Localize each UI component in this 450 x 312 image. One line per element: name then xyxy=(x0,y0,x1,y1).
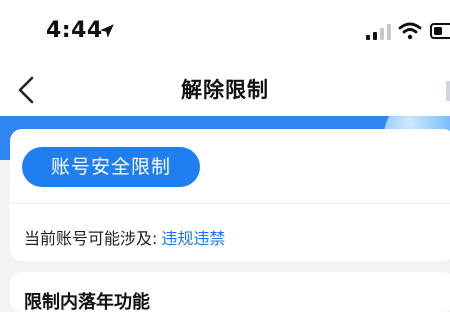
signal-icon xyxy=(366,24,391,40)
divider xyxy=(10,203,450,204)
more-button-edge[interactable] xyxy=(446,81,450,101)
location-arrow-icon xyxy=(100,24,114,38)
status-bar: 4:44 xyxy=(0,0,450,64)
restriction-type-button[interactable]: 账号安全限制 xyxy=(22,147,200,187)
status-time: 4:44 xyxy=(46,18,103,43)
navigation-bar: 解除限制 xyxy=(0,64,450,116)
violation-label: 当前账号可能涉及: xyxy=(24,229,158,248)
page-title: 解除限制 xyxy=(181,78,269,102)
limited-features-title: 限制内落年功能 xyxy=(24,292,150,312)
wifi-icon xyxy=(398,22,422,40)
violation-link[interactable]: 违规违禁 xyxy=(161,229,225,248)
violation-row: 当前账号可能涉及: 违规违禁 xyxy=(24,225,225,249)
battery-icon xyxy=(430,23,450,39)
limited-features-card: 限制内落年功能 xyxy=(10,272,450,312)
restriction-card: 账号安全限制 当前账号可能涉及: 违规违禁 xyxy=(10,129,450,261)
